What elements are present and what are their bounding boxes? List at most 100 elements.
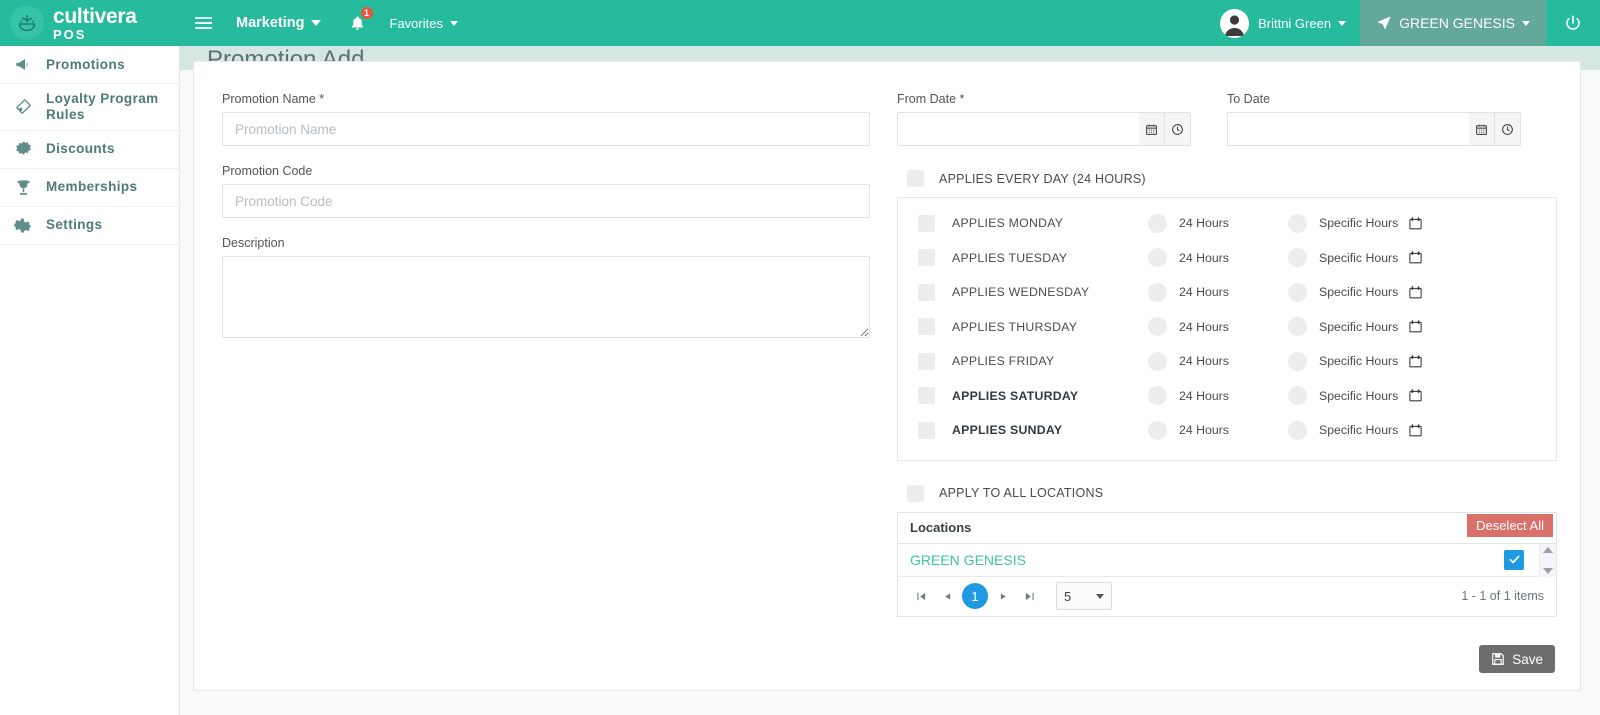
table-row[interactable]: GREEN GENESIS (898, 543, 1556, 577)
locations-grid-header: Locations Deselect All (898, 513, 1556, 544)
sidebar-item-label: Settings (46, 217, 103, 233)
description-label: Description (222, 236, 285, 250)
notification-badge: 1 (359, 6, 374, 20)
from-date-group: From Date * (897, 92, 1191, 146)
apply-all-locations-checkbox[interactable] (907, 484, 924, 502)
applies-tuesday-checkbox[interactable] (918, 249, 935, 267)
gear-icon (0, 216, 46, 235)
cultivera-logo-icon (10, 6, 44, 40)
pager-page-1[interactable]: 1 (962, 583, 988, 609)
chevron-down-icon (1522, 20, 1530, 26)
pager-last-icon[interactable] (1016, 583, 1042, 609)
nav-favorites[interactable]: Favorites (376, 0, 472, 46)
to-date-clock-icon[interactable] (1495, 112, 1521, 146)
saturday-24hours-radio[interactable] (1148, 386, 1167, 406)
user-menu[interactable]: Brittni Green (1206, 0, 1360, 46)
sunday-specific-hours-radio[interactable] (1288, 420, 1307, 440)
day-row-wednesday: APPLIES WEDNESDAY 24 Hours Specific Hour… (898, 275, 1556, 310)
sunday-specific-hours-label: Specific Hours (1319, 423, 1399, 438)
locations-pager: 1 5 1 - 1 of 1 items (898, 577, 1556, 616)
to-date-calendar-icon[interactable] (1469, 112, 1495, 146)
tuesday-24hours-radio[interactable] (1148, 248, 1167, 268)
sunday-calendar-icon[interactable] (1408, 423, 1423, 438)
store-selector[interactable]: GREEN GENESIS (1360, 0, 1546, 46)
save-button-label: Save (1512, 651, 1543, 667)
locations-grid-scrollbar[interactable] (1539, 543, 1556, 577)
pager-first-icon[interactable] (908, 583, 934, 609)
scroll-up-icon[interactable] (1543, 546, 1553, 553)
friday-calendar-icon[interactable] (1408, 354, 1423, 369)
wednesday-24hours-radio[interactable] (1148, 282, 1167, 302)
sidebar-item-loyalty-program-rules[interactable]: Loyalty Program Rules (0, 84, 179, 131)
logout-button[interactable] (1546, 0, 1600, 46)
applies-saturday-checkbox[interactable] (918, 387, 935, 405)
friday-specific-hours-label: Specific Hours (1319, 354, 1399, 369)
locations-column-header: Locations (910, 520, 972, 535)
chevron-down-icon (1338, 20, 1347, 26)
from-date-input[interactable] (897, 112, 1139, 146)
wednesday-calendar-icon[interactable] (1408, 285, 1423, 300)
notifications-button[interactable]: 1 (335, 0, 376, 46)
applies-wednesday-checkbox[interactable] (918, 283, 935, 301)
friday-24hours-radio[interactable] (1148, 351, 1167, 371)
applies-thursday-label: APPLIES THURSDAY (952, 319, 1078, 334)
ticket-icon (0, 97, 46, 116)
app-logo[interactable]: cultivera POS (0, 0, 180, 46)
location-selected-checkbox[interactable] (1504, 549, 1524, 570)
page-size-select[interactable]: 5 (1056, 582, 1112, 610)
applies-sunday-checkbox[interactable] (918, 421, 935, 439)
promotion-code-label: Promotion Code (222, 164, 313, 178)
wednesday-specific-hours-label: Specific Hours (1319, 285, 1399, 300)
applies-thursday-checkbox[interactable] (918, 318, 935, 336)
nav-marketing-label: Marketing (236, 15, 305, 31)
applies-friday-checkbox[interactable] (918, 352, 935, 370)
to-date-input[interactable] (1227, 112, 1469, 146)
monday-24hours-radio[interactable] (1148, 213, 1167, 233)
thursday-24hours-radio[interactable] (1148, 317, 1167, 337)
thursday-specific-hours-radio[interactable] (1288, 317, 1307, 337)
description-textarea[interactable] (222, 256, 870, 338)
pager-prev-icon[interactable] (934, 583, 960, 609)
applies-tuesday-label: APPLIES TUESDAY (952, 250, 1068, 265)
wednesday-specific-hours-radio[interactable] (1288, 282, 1307, 302)
applies-friday-label: APPLIES FRIDAY (952, 354, 1055, 369)
logo-wordmark: cultivera (53, 4, 137, 28)
monday-calendar-icon[interactable] (1408, 216, 1423, 231)
sidebar-item-promotions[interactable]: Promotions (0, 46, 179, 84)
thursday-calendar-icon[interactable] (1408, 319, 1423, 334)
monday-specific-hours-radio[interactable] (1288, 213, 1307, 233)
deselect-all-button[interactable]: Deselect All (1467, 513, 1553, 537)
saturday-specific-hours-radio[interactable] (1288, 386, 1307, 406)
applies-every-day-checkbox[interactable] (907, 170, 924, 187)
save-button[interactable]: Save (1479, 645, 1555, 673)
scroll-down-icon[interactable] (1543, 567, 1553, 574)
locations-grid: Locations Deselect All GREEN GENESIS 1 5… (897, 511, 1557, 617)
applies-monday-checkbox[interactable] (918, 214, 935, 232)
saturday-calendar-icon[interactable] (1408, 388, 1423, 403)
main-content: Promotion Name * Promotion Code Descript… (180, 61, 1600, 715)
sidebar: Promotions Loyalty Program Rules Discoun… (0, 46, 180, 715)
pager-next-icon[interactable] (990, 583, 1016, 609)
page-size-value: 5 (1064, 588, 1072, 604)
location-name: GREEN GENESIS (910, 551, 1026, 568)
promotion-code-input[interactable] (222, 184, 870, 218)
sidebar-item-memberships[interactable]: Memberships (0, 169, 179, 207)
day-row-thursday: APPLIES THURSDAY 24 Hours Specific Hours (898, 310, 1556, 345)
chevron-down-icon (310, 20, 321, 26)
sidebar-item-discounts[interactable]: Discounts (0, 131, 179, 169)
nav-marketing[interactable]: Marketing (222, 0, 335, 46)
sidebar-item-settings[interactable]: Settings (0, 207, 179, 245)
power-icon (1566, 15, 1580, 30)
friday-specific-hours-radio[interactable] (1288, 351, 1307, 371)
tuesday-calendar-icon[interactable] (1408, 250, 1423, 265)
from-date-calendar-icon[interactable] (1139, 112, 1165, 146)
day-row-saturday: APPLIES SATURDAY 24 Hours Specific Hours (898, 379, 1556, 414)
sunday-24hours-radio[interactable] (1148, 420, 1167, 440)
saturday-specific-hours-label: Specific Hours (1319, 388, 1399, 403)
monday-specific-hours-label: Specific Hours (1319, 216, 1399, 231)
promotion-name-input[interactable] (222, 112, 870, 146)
from-date-clock-icon[interactable] (1165, 112, 1191, 146)
trophy-icon (0, 178, 46, 197)
tuesday-specific-hours-radio[interactable] (1288, 248, 1307, 268)
menu-toggle-icon[interactable] (184, 0, 222, 46)
